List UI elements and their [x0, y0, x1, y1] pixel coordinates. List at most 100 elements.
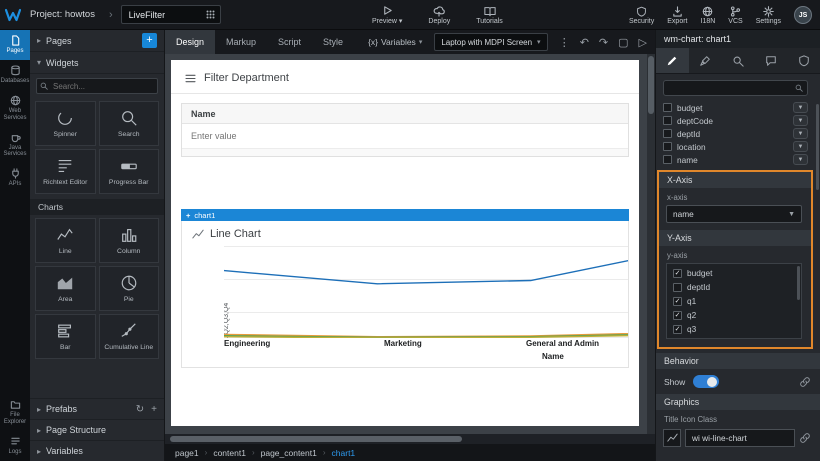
- checkbox[interactable]: [673, 269, 682, 278]
- rail-item-file-explorer[interactable]: File Explorer: [0, 394, 30, 431]
- page-structure-section-header[interactable]: ▸ Page Structure: [30, 419, 164, 440]
- checkbox[interactable]: [673, 283, 682, 292]
- y-axis-option-q3[interactable]: q3: [667, 322, 801, 336]
- widget-tile-line[interactable]: Line: [35, 218, 96, 263]
- widget-search-input[interactable]: [36, 78, 158, 94]
- pages-section-header[interactable]: ▸ Pages +: [30, 30, 164, 52]
- add-prefab-icon[interactable]: +: [151, 404, 157, 415]
- rail-item-databases[interactable]: Databases: [0, 60, 30, 90]
- breadcrumb-content1[interactable]: content1: [213, 448, 246, 458]
- rail-item-apis[interactable]: APIs: [0, 163, 30, 193]
- checkbox[interactable]: [663, 142, 672, 151]
- checkbox[interactable]: [663, 103, 672, 112]
- tutorials-button[interactable]: Tutorials: [476, 0, 503, 30]
- title-icon-class-input[interactable]: wi wi-line-chart: [685, 429, 795, 447]
- y-axis-option-deptId[interactable]: deptId: [667, 280, 801, 294]
- tab-comments[interactable]: [754, 48, 787, 73]
- widget-tile-bar[interactable]: Bar: [35, 314, 96, 359]
- widget-tile-progress-bar[interactable]: Progress Bar: [99, 149, 160, 194]
- redo-icon[interactable]: ↷: [599, 36, 608, 49]
- settings-button[interactable]: Settings: [756, 6, 781, 25]
- column-row-name[interactable]: name ▼: [663, 153, 808, 166]
- widget-tile-pie[interactable]: Pie: [99, 266, 160, 311]
- list-scrollbar-thumb[interactable]: [797, 266, 800, 300]
- copy-icon[interactable]: ▢: [618, 36, 628, 49]
- grid-icon[interactable]: [206, 10, 215, 19]
- security-button[interactable]: Security: [629, 6, 654, 25]
- move-handle-icon[interactable]: +: [186, 211, 190, 220]
- widgets-section-header[interactable]: ▾ Widgets: [30, 52, 164, 74]
- breadcrumb-chart1[interactable]: chart1: [332, 448, 356, 458]
- chevron-down-icon[interactable]: ▼: [793, 102, 808, 113]
- column-row-deptCode[interactable]: deptCode ▼: [663, 114, 808, 127]
- column-row-budget[interactable]: budget ▼: [663, 101, 808, 114]
- page-canvas[interactable]: Filter Department Name + chart1 L: [171, 60, 639, 426]
- rail-item-pages[interactable]: Pages: [0, 30, 30, 60]
- deploy-button[interactable]: Deploy: [428, 0, 450, 30]
- properties-search-input[interactable]: [663, 80, 808, 96]
- column-row-deptId[interactable]: deptId ▼: [663, 127, 808, 140]
- chevron-down-icon[interactable]: ▼: [793, 154, 808, 165]
- widget-tile-cumulative-line[interactable]: Cumulative Line: [99, 314, 160, 359]
- widget-tile-richtext-editor[interactable]: Richtext Editor: [35, 149, 96, 194]
- rail-item-logs[interactable]: Logs: [0, 431, 30, 461]
- y-axis-option-q1[interactable]: q1: [667, 294, 801, 308]
- widget-tile-area[interactable]: Area: [35, 266, 96, 311]
- widget-tile-column[interactable]: Column: [99, 218, 160, 263]
- kebab-menu-icon[interactable]: ⋮: [559, 36, 570, 49]
- canvas-vertical-scrollbar[interactable]: [647, 54, 655, 434]
- tab-styles[interactable]: [689, 48, 722, 73]
- show-toggle[interactable]: [693, 375, 719, 388]
- page-selector[interactable]: LiveFilter: [121, 5, 221, 24]
- y-axis-option-q2[interactable]: q2: [667, 308, 801, 322]
- prefabs-section-header[interactable]: ▸ Prefabs ↻+: [30, 398, 164, 419]
- user-avatar[interactable]: JS: [794, 6, 812, 24]
- filter-value-input[interactable]: [185, 131, 625, 141]
- checkbox[interactable]: [663, 116, 672, 125]
- run-icon[interactable]: ▷: [639, 36, 647, 49]
- checkbox[interactable]: [663, 129, 672, 138]
- checkbox[interactable]: [673, 325, 682, 334]
- line-chart-widget[interactable]: Line Chart 3M 2M 1M 200k Budget,Q1,Q2,Q3…: [181, 221, 629, 368]
- hamburger-icon[interactable]: [185, 74, 196, 83]
- bind-link-icon[interactable]: [799, 376, 811, 388]
- widget-tile-search[interactable]: Search: [99, 101, 160, 146]
- chevron-down-icon[interactable]: ▼: [793, 141, 808, 152]
- scrollbar-thumb[interactable]: [648, 56, 654, 114]
- checkbox[interactable]: [663, 155, 672, 164]
- preview-button[interactable]: Preview▾: [372, 0, 402, 30]
- panel-scrollbar-thumb[interactable]: [816, 104, 819, 190]
- x-axis-select[interactable]: name ▼: [666, 205, 802, 223]
- scrollbar-thumb[interactable]: [170, 436, 462, 442]
- y-axis-option-budget[interactable]: budget: [667, 266, 801, 280]
- rail-item-web-services[interactable]: Web Services: [0, 90, 30, 127]
- canvas-horizontal-scrollbar[interactable]: [165, 434, 655, 444]
- device-selector[interactable]: Laptop with MDPI Screen ▾: [434, 33, 547, 51]
- tab-style[interactable]: Style: [312, 30, 354, 54]
- breadcrumb-page-content1[interactable]: page_content1: [261, 448, 317, 458]
- column-row-location[interactable]: location ▼: [663, 140, 808, 153]
- tab-markup[interactable]: Markup: [215, 30, 267, 54]
- tab-search-properties[interactable]: [722, 48, 755, 73]
- checkbox[interactable]: [673, 297, 682, 306]
- chevron-down-icon[interactable]: ▼: [793, 115, 808, 126]
- variables-section-header[interactable]: ▸ Variables: [30, 440, 164, 461]
- tab-security[interactable]: [787, 48, 820, 73]
- bind-link-icon[interactable]: [799, 432, 811, 444]
- checkbox[interactable]: [673, 311, 682, 320]
- chevron-down-icon[interactable]: ▼: [793, 128, 808, 139]
- undo-icon[interactable]: ↶: [580, 36, 589, 49]
- rail-item-java-services[interactable]: Java Services: [0, 127, 30, 164]
- wavemaker-logo-icon[interactable]: [0, 0, 26, 30]
- tab-script[interactable]: Script: [267, 30, 312, 54]
- tab-properties[interactable]: [656, 48, 689, 73]
- add-page-button[interactable]: +: [142, 33, 157, 48]
- refresh-icon[interactable]: ↻: [136, 404, 144, 415]
- breadcrumb-page1[interactable]: page1: [175, 448, 199, 458]
- tab-design[interactable]: Design: [165, 30, 215, 54]
- i18n-button[interactable]: I18N: [701, 6, 716, 25]
- variables-dropdown[interactable]: {x} Variables ▾: [368, 37, 422, 47]
- export-button[interactable]: Export: [667, 6, 687, 25]
- widget-tile-spinner[interactable]: Spinner: [35, 101, 96, 146]
- vcs-button[interactable]: VCS: [728, 6, 742, 25]
